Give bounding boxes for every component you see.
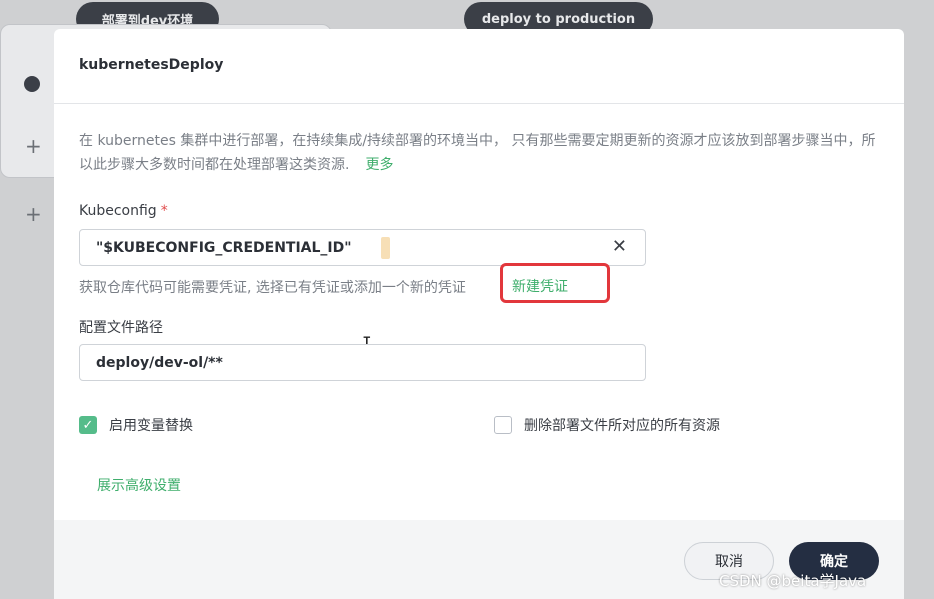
watermark: CSDN @beita学Java [719, 572, 867, 590]
dialog-description: 在 kubernetes 集群中进行部署，在持续集成/持续部署的环境当中， 只有… [79, 129, 884, 177]
enable-var-substitution-label: 启用变量替换 [109, 418, 193, 434]
background-kubernetes-icon [24, 76, 40, 92]
kubeconfig-select[interactable]: "$KUBECONFIG_CREDENTIAL_ID" ✕ [79, 229, 646, 266]
dialog-title: kubernetesDeploy [79, 57, 224, 73]
checkmark-icon[interactable]: ✓ [79, 416, 97, 434]
kubernetes-deploy-dialog: kubernetesDeploy 在 kubernetes 集群中进行部署，在持… [54, 29, 904, 599]
show-advanced-settings-link[interactable]: 展示高级设置 [97, 475, 181, 495]
more-link[interactable]: 更多 [365, 157, 393, 173]
new-credential-highlight-box: 新建凭证 [500, 263, 610, 303]
background-add-icon: + [25, 134, 42, 158]
background-add-icon: + [25, 202, 42, 226]
config-path-label: 配置文件路径 [79, 320, 163, 336]
checkbox-box[interactable] [494, 416, 512, 434]
delete-resources-checkbox[interactable]: 删除部署文件所对应的所有资源 [494, 415, 720, 435]
config-path-value: deploy/dev-ol/** [96, 355, 223, 371]
credential-hint: 获取仓库代码可能需要凭证, 选择已有凭证或添加一个新的凭证 [79, 280, 466, 296]
description-text: 在 kubernetes 集群中进行部署，在持续集成/持续部署的环境当中， 只有… [79, 133, 876, 173]
delete-resources-label: 删除部署文件所对应的所有资源 [524, 418, 720, 434]
kubeconfig-label: Kubeconfig * [79, 203, 168, 219]
text-cursor-highlight [381, 237, 390, 259]
enable-var-substitution-checkbox[interactable]: ✓ 启用变量替换 [79, 415, 193, 435]
required-mark: * [160, 203, 168, 219]
close-icon[interactable]: ✕ [612, 236, 627, 257]
kubeconfig-value: "$KUBECONFIG_CREDENTIAL_ID" [96, 240, 352, 256]
dialog-header: kubernetesDeploy [54, 29, 904, 104]
config-path-input[interactable]: deploy/dev-ol/** [79, 344, 646, 381]
new-credential-link[interactable]: 新建凭证 [512, 276, 568, 296]
kubeconfig-label-text: Kubeconfig [79, 203, 157, 219]
